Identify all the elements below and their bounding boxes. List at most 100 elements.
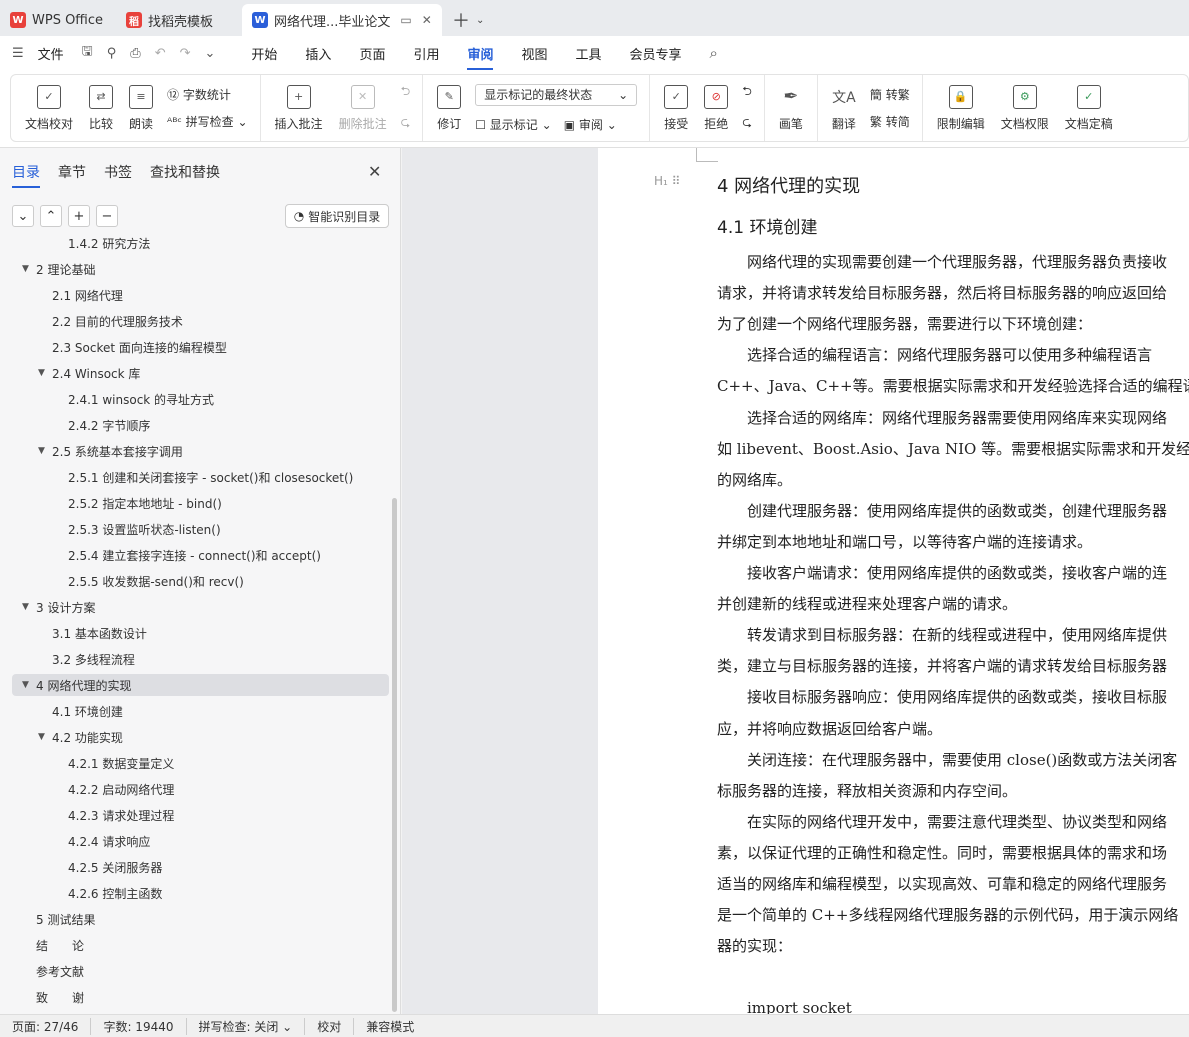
toc-item[interactable]: 2.5.1 创建和关闭套接字 - socket()和 closesocket() [12, 466, 389, 488]
expand-arrow-icon[interactable]: ▼ [38, 446, 46, 456]
expand-arrow-icon[interactable]: ▼ [22, 602, 30, 612]
toc-item[interactable]: 2.5.3 设置监听状态-listen() [12, 518, 389, 540]
display-state-select[interactable]: 显示标记的最终状态 ⌄ [475, 83, 638, 106]
new-tab-button[interactable]: ＋ ⌄ [444, 4, 492, 36]
doc-finalize-button[interactable]: ✓ 文档定稿 [1057, 75, 1121, 141]
menu-file[interactable]: 文件 [38, 44, 64, 63]
delete-comment-button[interactable]: ✕ 删除批注 [331, 75, 395, 141]
insert-comment-button[interactable]: + 插入批注 [267, 75, 331, 141]
toc-item[interactable]: 4.2.4 请求响应 [12, 830, 389, 852]
panel-tab-bookmarks[interactable]: 书签 [104, 162, 132, 182]
toc-item[interactable]: 4.2.3 请求处理过程 [12, 804, 389, 826]
undo-icon[interactable]: ↶ [155, 46, 166, 61]
menu-insert[interactable]: 插入 [305, 44, 331, 63]
pen-button[interactable]: ✒ 画笔 [771, 75, 811, 141]
toc-item[interactable]: 2.2 目前的代理服务技术 [12, 310, 389, 332]
tab-wps-office[interactable]: W WPS Office [0, 4, 114, 36]
close-icon[interactable]: ✕ [368, 162, 381, 181]
chevron-down-icon[interactable]: ⌄ [476, 15, 484, 26]
quick-access-dropdown-icon[interactable]: ⌄ [205, 46, 216, 61]
toc-item[interactable]: 参考文献 [12, 960, 389, 982]
redo-icon[interactable]: ↷ [180, 46, 191, 61]
read-aloud-button[interactable]: ≡ 朗读 [121, 75, 161, 141]
panel-tab-toc[interactable]: 目录 [12, 162, 40, 188]
hamburger-icon[interactable]: ☰ [12, 46, 24, 61]
toc-item[interactable]: 2.1 网络代理 [12, 284, 389, 306]
toc-item[interactable]: ▼ 3 设计方案 [12, 596, 389, 618]
restrict-edit-button[interactable]: 🔒 限制编辑 [929, 75, 993, 141]
accept-button[interactable]: ✓ 接受 [656, 75, 696, 141]
toc-item[interactable]: 3.1 基本函数设计 [12, 622, 389, 644]
compare-button[interactable]: ⇄ 比较 [81, 75, 121, 141]
toc-item[interactable]: ▼ 4.2 功能实现 [12, 726, 389, 748]
tab-docer-template[interactable]: 稻 找稻壳模板 [116, 4, 240, 36]
to-simplified-button[interactable]: 繁 转简 [870, 113, 910, 130]
toc-item[interactable]: 致 谢 [12, 986, 389, 1008]
window-mode-icon[interactable]: ▭ [400, 13, 411, 27]
expand-arrow-icon[interactable]: ▼ [22, 264, 30, 274]
toc-item[interactable]: 2.4.1 winsock 的寻址方式 [12, 388, 389, 410]
toc-item[interactable]: 4.1 环境创建 [12, 700, 389, 722]
collapse-down-icon[interactable]: ⌄ [12, 205, 34, 227]
toc-item[interactable]: 4.2.6 控制主函数 [12, 882, 389, 904]
toc-item[interactable]: 3.2 多线程流程 [12, 648, 389, 670]
status-words[interactable]: 字数: 19440 [91, 1017, 187, 1035]
menu-tools[interactable]: 工具 [576, 44, 602, 63]
next-comment-icon[interactable]: ⮎ [401, 113, 411, 134]
menu-home[interactable]: 开始 [251, 44, 277, 63]
toc-item[interactable]: 2.5.5 收发数据-send()和 recv() [12, 570, 389, 592]
toc-item[interactable]: 2.3 Socket 面向连接的编程模型 [12, 336, 389, 358]
toc-item[interactable]: 结 论 [12, 934, 389, 956]
show-markup-button[interactable]: ☐ 显示标记 ⌄ [475, 118, 551, 132]
save-icon[interactable]: 🖫 [82, 42, 93, 64]
next-change-icon[interactable]: ⮎ [742, 113, 752, 134]
toc-item[interactable]: 1.4.2 研究方法 [12, 236, 389, 254]
prev-comment-icon[interactable]: ⮌ [401, 82, 411, 103]
tab-document[interactable]: W 网络代理...毕业论文 ▭ ✕ [242, 4, 442, 36]
translate-button[interactable]: 文A 翻译 [824, 75, 864, 141]
expand-arrow-icon[interactable]: ▼ [38, 368, 46, 378]
toc-item[interactable]: ▼ 2.4 Winsock 库 [12, 362, 389, 384]
toc-item[interactable]: ▼ 2.5 系统基本套接字调用 [12, 440, 389, 462]
smart-toc-button[interactable]: ◔ 智能识别目录 [285, 204, 389, 228]
toc-item[interactable]: 2.5.2 指定本地地址 - bind() [12, 492, 389, 514]
doc-permission-button[interactable]: ⚙ 文档权限 [993, 75, 1057, 141]
toc-item[interactable]: 5 测试结果 [12, 908, 389, 930]
toc-item[interactable]: 4.2.2 启动网络代理 [12, 778, 389, 800]
collapse-minus-icon[interactable]: − [96, 205, 118, 227]
heading-mark-icon[interactable]: H₁ ⠿ [654, 174, 680, 188]
search-icon[interactable]: ⌕ [710, 44, 718, 62]
menu-review[interactable]: 审阅 [467, 44, 494, 70]
expand-arrow-icon[interactable]: ▼ [22, 680, 30, 690]
prev-change-icon[interactable]: ⮌ [742, 82, 752, 103]
print-preview-icon[interactable]: ⎙ [130, 46, 140, 61]
revise-button[interactable]: ✎ 修订 [429, 75, 469, 141]
toc-item[interactable]: 2.4.2 字节顺序 [12, 414, 389, 436]
expand-arrow-icon[interactable]: ▼ [38, 732, 46, 742]
toc-item[interactable]: ▼ 2 理论基础 [12, 258, 389, 280]
doc-check-button[interactable]: ✓ 文档校对 [17, 75, 81, 141]
expand-plus-icon[interactable]: + [68, 205, 90, 227]
toc-item[interactable]: ▼ 4 网络代理的实现 [12, 674, 389, 696]
word-count-button[interactable]: ⑫ 字数统计 [167, 86, 248, 103]
status-proofread[interactable]: 校对 [305, 1017, 355, 1035]
to-traditional-button[interactable]: 簡 转繁 [870, 86, 910, 103]
review-pane-button[interactable]: ▣ 审阅 ⌄ [564, 118, 617, 132]
toc-item[interactable]: 4.2.5 关闭服务器 [12, 856, 389, 878]
menu-page[interactable]: 页面 [359, 44, 385, 63]
spell-check-button[interactable]: ᴬᴮᶜ 拼写检查 ⌄ [167, 113, 248, 130]
menu-member[interactable]: 会员专享 [630, 44, 682, 63]
status-spell-check[interactable]: 拼写检查: 关闭 ⌄ [187, 1017, 306, 1035]
panel-tab-chapters[interactable]: 章节 [58, 162, 86, 182]
panel-tab-find-replace[interactable]: 查找和替换 [150, 162, 220, 182]
share-icon[interactable]: ⚲ [107, 46, 117, 61]
menu-view[interactable]: 视图 [521, 44, 547, 63]
collapse-up-icon[interactable]: ⌃ [40, 205, 62, 227]
menu-reference[interactable]: 引用 [413, 44, 439, 63]
status-page[interactable]: 页面: 27/46 [0, 1017, 92, 1035]
close-tab-icon[interactable]: ✕ [422, 13, 432, 27]
toc-item[interactable]: 2.5.4 建立套接字连接 - connect()和 accept() [12, 544, 389, 566]
reject-button[interactable]: ⊘ 拒绝 [696, 75, 736, 141]
toc-item[interactable]: 4.2.1 数据变量定义 [12, 752, 389, 774]
toc-scrollbar[interactable] [392, 498, 397, 1012]
